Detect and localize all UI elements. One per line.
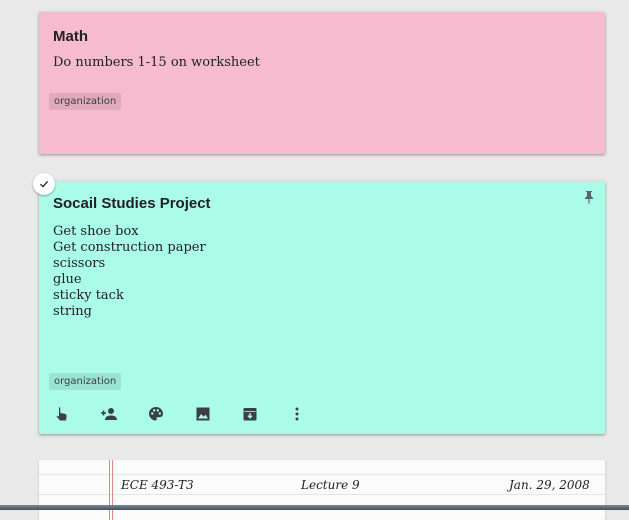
note-body-line: glue xyxy=(53,272,82,287)
label-chip[interactable]: organization xyxy=(49,373,122,390)
archive-icon[interactable] xyxy=(241,405,259,423)
note-body-line: sticky tack xyxy=(53,288,124,303)
handwritten-course: ECE 493-T3 xyxy=(121,478,194,492)
note-body: Do numbers 1-15 on worksheet xyxy=(53,55,260,71)
paper-rule-line xyxy=(39,474,605,475)
paper-rule-line xyxy=(39,494,605,495)
window-bottom-edge xyxy=(0,505,629,510)
note-toolbar xyxy=(53,405,335,423)
note-body-line: scissors xyxy=(53,256,106,271)
note-title: Socail Studies Project xyxy=(53,195,211,212)
note-body: Get shoe box Get construction paper scis… xyxy=(53,224,206,320)
note-card-social-studies[interactable]: Socail Studies Project Get shoe box Get … xyxy=(33,173,605,434)
pin-icon[interactable] xyxy=(583,189,595,204)
paper-margin-line xyxy=(109,460,110,520)
more-vert-icon[interactable] xyxy=(288,405,306,423)
note-card-math[interactable]: Math Do numbers 1-15 on worksheet organi… xyxy=(39,12,605,154)
handwritten-notes-image: ECE 493-T3 Lecture 9 Jan. 29, 2008 xyxy=(39,460,605,520)
note-body-line: Get shoe box xyxy=(53,224,139,239)
handwritten-date: Jan. 29, 2008 xyxy=(509,478,590,492)
paper-margin-line xyxy=(112,460,113,520)
handwritten-lecture: Lecture 9 xyxy=(301,478,360,492)
note-title: Math xyxy=(53,28,88,45)
note-card-image[interactable]: ECE 493-T3 Lecture 9 Jan. 29, 2008 xyxy=(39,460,605,520)
note-body-line: Do numbers 1-15 on worksheet xyxy=(53,55,260,70)
add-collaborator-icon[interactable] xyxy=(100,405,118,423)
check-icon xyxy=(40,180,49,188)
palette-icon[interactable] xyxy=(147,405,165,423)
label-chip[interactable]: organization xyxy=(49,93,122,110)
note-body-line: Get construction paper xyxy=(53,240,206,255)
image-icon[interactable] xyxy=(194,405,212,423)
note-body-line: string xyxy=(53,304,92,319)
hand-pointer-icon[interactable] xyxy=(53,405,71,423)
select-note-checkbox[interactable] xyxy=(33,173,55,195)
